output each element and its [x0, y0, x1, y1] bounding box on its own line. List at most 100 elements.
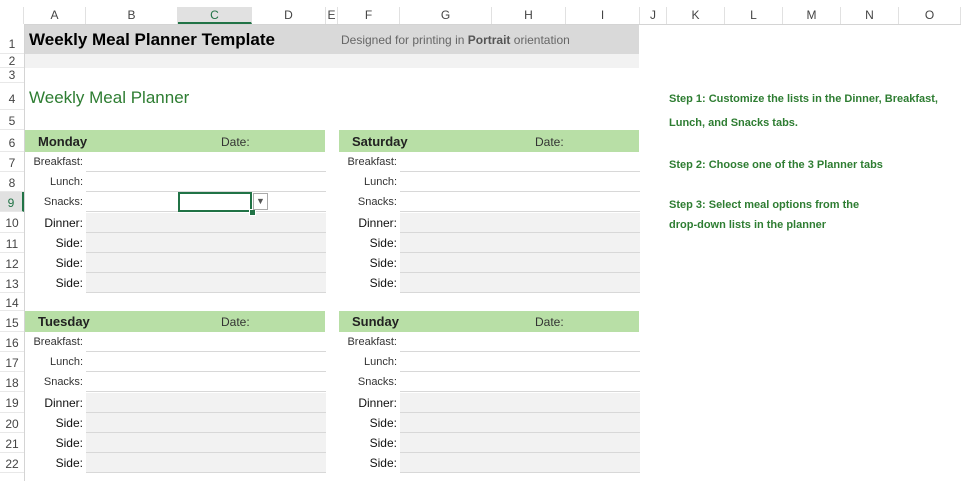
- meal-cell-tuesday-side-2[interactable]: [86, 433, 326, 453]
- row-header-13[interactable]: 13: [0, 273, 24, 293]
- meal-cell-monday-lunch[interactable]: [86, 172, 326, 192]
- column-header-h[interactable]: H: [492, 7, 566, 24]
- meal-cell-saturday-snacks[interactable]: [400, 192, 640, 212]
- column-header-j[interactable]: J: [640, 7, 667, 24]
- select-all-corner[interactable]: [0, 7, 24, 24]
- meal-label: Snacks:: [357, 196, 397, 208]
- meal-cell-sunday-side-3[interactable]: [400, 453, 640, 473]
- row-header-4[interactable]: 4: [0, 83, 24, 110]
- row-header-12[interactable]: 12: [0, 253, 24, 273]
- row-header-15[interactable]: 15: [0, 311, 24, 332]
- meal-label: Snacks:: [357, 376, 397, 388]
- meal-cell-sunday-dinner[interactable]: [400, 393, 640, 413]
- row-header-8[interactable]: 8: [0, 172, 24, 192]
- meal-cell-sunday-side-2[interactable]: [400, 433, 640, 453]
- row-header-2[interactable]: 2: [0, 54, 24, 68]
- active-cell-c9[interactable]: [178, 192, 252, 212]
- meal-label: Lunch:: [363, 356, 397, 368]
- meal-cell-tuesday-breakfast[interactable]: [86, 332, 326, 352]
- step-3-line-2: drop-down lists in the planner: [669, 219, 827, 231]
- meal-cell-sunday-breakfast[interactable]: [400, 332, 640, 352]
- row-header-bar: 1 2 3 4 5 6 7 8 9 10 11 12 13 14 15 16 1…: [0, 24, 25, 481]
- row-header-6[interactable]: 6: [0, 130, 24, 152]
- day-name-monday: Monday: [38, 134, 88, 149]
- step-1-line-2: Lunch, and Snacks tabs.: [669, 117, 798, 129]
- meal-cell-sunday-lunch[interactable]: [400, 352, 640, 372]
- meal-cell-sunday-snacks[interactable]: [400, 372, 640, 392]
- meal-label: Side:: [369, 416, 397, 430]
- column-header-f[interactable]: F: [338, 7, 400, 24]
- column-header-a[interactable]: A: [24, 7, 86, 24]
- meal-label: Breakfast:: [33, 336, 83, 348]
- meal-label: Dinner:: [44, 216, 83, 230]
- date-label-tuesday: Date:: [221, 315, 250, 329]
- orientation-note-prefix: Designed for printing in: [341, 33, 468, 47]
- column-header-l[interactable]: L: [725, 7, 783, 24]
- fill-handle[interactable]: [249, 209, 256, 216]
- date-label-monday: Date:: [221, 135, 250, 149]
- meal-cell-monday-side-3[interactable]: [86, 273, 326, 293]
- meal-label: Breakfast:: [347, 156, 397, 168]
- meal-label: Dinner:: [358, 396, 397, 410]
- meal-cell-tuesday-lunch[interactable]: [86, 352, 326, 372]
- row-header-22[interactable]: 22: [0, 453, 24, 473]
- row-header-7[interactable]: 7: [0, 152, 24, 172]
- meal-cell-saturday-side-2[interactable]: [400, 253, 640, 273]
- row-header-18[interactable]: 18: [0, 372, 24, 392]
- meal-cell-monday-dinner[interactable]: [86, 213, 326, 233]
- column-header-k[interactable]: K: [667, 7, 725, 24]
- step-3-line-1: Step 3: Select meal options from the: [669, 199, 860, 211]
- column-header-n[interactable]: N: [841, 7, 899, 24]
- row-header-16[interactable]: 16: [0, 332, 24, 352]
- meal-label: Side:: [369, 456, 397, 470]
- meal-cell-saturday-dinner[interactable]: [400, 213, 640, 233]
- date-label-saturday: Date:: [535, 135, 564, 149]
- meal-cell-saturday-side-3[interactable]: [400, 273, 640, 293]
- meal-label: Side:: [55, 416, 83, 430]
- row-header-17[interactable]: 17: [0, 352, 24, 372]
- row-header-20[interactable]: 20: [0, 413, 24, 433]
- column-header-e[interactable]: E: [326, 7, 338, 24]
- meal-label: Breakfast:: [33, 156, 83, 168]
- row-header-3[interactable]: 3: [0, 68, 24, 83]
- column-header-d[interactable]: D: [252, 7, 326, 24]
- day-name-tuesday: Tuesday: [38, 314, 90, 329]
- meal-cell-monday-side-2[interactable]: [86, 253, 326, 273]
- meal-label: Breakfast:: [347, 336, 397, 348]
- meal-cell-saturday-lunch[interactable]: [400, 172, 640, 192]
- column-header-o[interactable]: O: [899, 7, 961, 24]
- meal-cell-monday-breakfast[interactable]: [86, 152, 326, 172]
- meal-label: Snacks:: [43, 196, 83, 208]
- meal-label: Side:: [55, 456, 83, 470]
- row-header-11[interactable]: 11: [0, 233, 24, 253]
- meal-cell-tuesday-side-3[interactable]: [86, 453, 326, 473]
- column-header-i[interactable]: I: [566, 7, 640, 24]
- day-name-saturday: Saturday: [352, 134, 408, 149]
- row-header-14[interactable]: 14: [0, 293, 24, 311]
- meal-cell-saturday-side-1[interactable]: [400, 233, 640, 253]
- meal-cell-tuesday-snacks[interactable]: [86, 372, 326, 392]
- row-header-1[interactable]: 1: [0, 24, 24, 54]
- column-header-g[interactable]: G: [400, 7, 492, 24]
- meal-cell-sunday-side-1[interactable]: [400, 413, 640, 433]
- dropdown-button[interactable]: ▼: [253, 193, 268, 210]
- meal-cell-monday-side-1[interactable]: [86, 233, 326, 253]
- row-header-19[interactable]: 19: [0, 392, 24, 413]
- row-header-10[interactable]: 10: [0, 212, 24, 233]
- meal-label: Dinner:: [44, 396, 83, 410]
- column-header-m[interactable]: M: [783, 7, 841, 24]
- meal-cell-saturday-breakfast[interactable]: [400, 152, 640, 172]
- orientation-note: Designed for printing in Portrait orient…: [341, 33, 570, 47]
- row-header-21[interactable]: 21: [0, 433, 24, 453]
- column-header-b[interactable]: B: [86, 7, 178, 24]
- meal-cell-tuesday-side-1[interactable]: [86, 413, 326, 433]
- step-1-line-1: Step 1: Customize the lists in the Dinne…: [669, 93, 938, 105]
- row-header-9[interactable]: 9: [0, 192, 24, 212]
- column-header-c[interactable]: C: [178, 7, 252, 24]
- meal-label: Side:: [55, 236, 83, 250]
- orientation-note-suffix: orientation: [510, 33, 570, 47]
- row-header-5[interactable]: 5: [0, 110, 24, 130]
- meal-cell-tuesday-dinner[interactable]: [86, 393, 326, 413]
- meal-label: Side:: [55, 276, 83, 290]
- meal-label: Side:: [55, 256, 83, 270]
